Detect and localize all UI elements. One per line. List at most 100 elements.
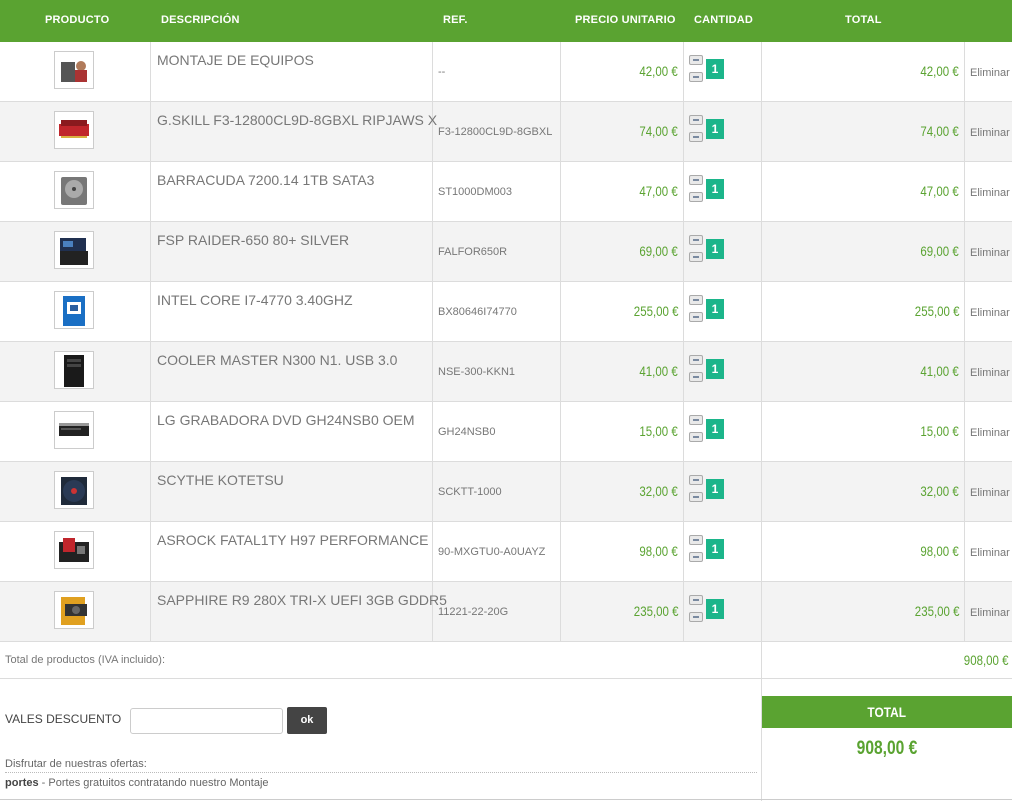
delete-item-link[interactable]: Eliminar xyxy=(970,607,1010,619)
quantity-value[interactable]: 1 xyxy=(706,59,724,79)
grand-total-value-box: 908,00 € xyxy=(762,738,1012,760)
quantity-increase-button[interactable] xyxy=(689,535,703,545)
offer-item[interactable]: portes - Portes gratuitos contratando nu… xyxy=(5,772,757,789)
description-cell xyxy=(151,582,433,641)
product-description[interactable]: SCYTHE KOTETSU xyxy=(157,472,284,488)
quantity-increase-button[interactable] xyxy=(689,295,703,305)
product-thumbnail[interactable] xyxy=(54,171,94,209)
line-total: 74,00 € xyxy=(920,123,959,139)
quantity-increase-button[interactable] xyxy=(689,475,703,485)
quantity-value[interactable]: 1 xyxy=(706,419,724,439)
quantity-decrease-button[interactable] xyxy=(689,312,703,322)
pc-case-icon xyxy=(64,355,84,387)
quantity-decrease-button[interactable] xyxy=(689,492,703,502)
product-thumbnail[interactable] xyxy=(54,51,94,89)
unit-price: 74,00 € xyxy=(639,123,678,139)
unit-price: 235,00 € xyxy=(633,603,678,619)
voucher-code-input[interactable] xyxy=(130,708,283,734)
cart-item-row: INTEL CORE I7-4770 3.40GHZ BX80646I74770 2… xyxy=(0,282,1012,342)
quantity-increase-button[interactable] xyxy=(689,235,703,245)
quantity-value[interactable]: 1 xyxy=(706,299,724,319)
quantity-decrease-button[interactable] xyxy=(689,132,703,142)
quantity-increase-button[interactable] xyxy=(689,115,703,125)
cart-item-row: LG GRABADORA DVD GH24NSB0 OEM GH24NSB0 15,… xyxy=(0,402,1012,462)
quantity-decrease-button[interactable] xyxy=(689,552,703,562)
description-cell xyxy=(151,342,433,401)
product-thumbnail[interactable] xyxy=(54,591,94,629)
unit-price: 41,00 € xyxy=(639,363,678,379)
product-description[interactable]: MONTAJE DE EQUIPOS xyxy=(157,52,314,68)
quantity-decrease-button[interactable] xyxy=(689,372,703,382)
product-description[interactable]: COOLER MASTER N300 N1. USB 3.0 xyxy=(157,352,397,368)
product-ref: F3-12800CL9D-8GBXL xyxy=(438,126,553,138)
quantity-value[interactable]: 1 xyxy=(706,119,724,139)
quantity-value[interactable]: 1 xyxy=(706,179,724,199)
delete-item-link[interactable]: Eliminar xyxy=(970,487,1010,499)
summary-divider xyxy=(761,642,762,679)
quantity-increase-button[interactable] xyxy=(689,415,703,425)
quantity-increase-button[interactable] xyxy=(689,175,703,185)
product-ref: 90-MXGTU0-A0UAYZ xyxy=(438,546,546,558)
quantity-value[interactable]: 1 xyxy=(706,539,724,559)
delete-item-link[interactable]: Eliminar xyxy=(970,247,1010,259)
shopping-cart: PRODUCTO DESCRIPCIÓN REF. PRECIO UNITARI… xyxy=(0,0,1012,801)
quantity-decrease-button[interactable] xyxy=(689,192,703,202)
quantity-value[interactable]: 1 xyxy=(706,599,724,619)
product-description[interactable]: LG GRABADORA DVD GH24NSB0 OEM xyxy=(157,412,415,428)
cart-item-row: BARRACUDA 7200.14 1TB SATA3 ST1000DM003 47… xyxy=(0,162,1012,222)
unit-price: 69,00 € xyxy=(639,243,678,259)
product-description[interactable]: INTEL CORE I7-4770 3.40GHZ xyxy=(157,292,353,308)
product-description[interactable]: SAPPHIRE R9 280X TRI-X UEFI 3GB GDDR5 xyxy=(157,592,447,608)
voucher-ok-button[interactable]: ok xyxy=(287,707,327,734)
header-total: TOTAL xyxy=(845,14,882,26)
cart-item-row: COOLER MASTER N300 N1. USB 3.0 NSE-300-KK… xyxy=(0,342,1012,402)
line-total: 42,00 € xyxy=(920,63,959,79)
cart-item-row: MONTAJE DE EQUIPOS -- 42,00 € 1 42,00 € Elimi… xyxy=(0,42,1012,102)
product-ref: BX80646I74770 xyxy=(438,306,517,318)
product-thumbnail[interactable] xyxy=(54,411,94,449)
quantity-increase-button[interactable] xyxy=(689,595,703,605)
power-supply-icon xyxy=(60,238,88,265)
quantity-decrease-button[interactable] xyxy=(689,252,703,262)
line-total: 98,00 € xyxy=(920,543,959,559)
delete-item-link[interactable]: Eliminar xyxy=(970,427,1010,439)
product-ref: NSE-300-KKN1 xyxy=(438,366,516,378)
quantity-increase-button[interactable] xyxy=(689,55,703,65)
product-thumbnail[interactable] xyxy=(54,111,94,149)
delete-item-link[interactable]: Eliminar xyxy=(970,67,1010,79)
delete-item-link[interactable]: Eliminar xyxy=(970,187,1010,199)
cart-item-row: SAPPHIRE R9 280X TRI-X UEFI 3GB GDDR5 112… xyxy=(0,582,1012,642)
cart-item-row: G.SKILL F3-12800CL9D-8GBXL RIPJAWS X F3-1… xyxy=(0,102,1012,162)
vales-descuento-label: VALES DESCUENTO xyxy=(5,712,122,726)
grand-total-value: 908,00 € xyxy=(856,738,918,759)
quantity-value[interactable]: 1 xyxy=(706,239,724,259)
quantity-value[interactable]: 1 xyxy=(706,359,724,379)
hard-drive-icon xyxy=(61,177,87,205)
product-description[interactable]: BARRACUDA 7200.14 1TB SATA3 xyxy=(157,172,374,188)
quantity-value[interactable]: 1 xyxy=(706,479,724,499)
product-thumbnail[interactable] xyxy=(54,531,94,569)
products-total-row: Total de productos (IVA incluido): 908,0… xyxy=(0,642,1012,679)
quantity-decrease-button[interactable] xyxy=(689,432,703,442)
quantity-increase-button[interactable] xyxy=(689,355,703,365)
product-thumbnail[interactable] xyxy=(54,231,94,269)
product-description[interactable]: FSP RAIDER-650 80+ SILVER xyxy=(157,232,349,248)
product-thumbnail[interactable] xyxy=(54,351,94,389)
line-total: 235,00 € xyxy=(914,603,959,619)
description-cell xyxy=(151,42,433,101)
description-cell xyxy=(151,522,433,581)
unit-price: 255,00 € xyxy=(633,303,678,319)
cart-item-row: ASROCK FATAL1TY H97 PERFORMANCE 90-MXGTU0… xyxy=(0,522,1012,582)
product-description[interactable]: G.SKILL F3-12800CL9D-8GBXL RIPJAWS X xyxy=(157,112,437,128)
delete-item-link[interactable]: Eliminar xyxy=(970,367,1010,379)
grand-total-label: TOTAL xyxy=(867,704,907,720)
quantity-decrease-button[interactable] xyxy=(689,72,703,82)
offers-label: Disfrutar de nuestras ofertas: xyxy=(5,758,147,770)
delete-item-link[interactable]: Eliminar xyxy=(970,547,1010,559)
product-thumbnail[interactable] xyxy=(54,291,94,329)
delete-item-link[interactable]: Eliminar xyxy=(970,127,1010,139)
delete-item-link[interactable]: Eliminar xyxy=(970,307,1010,319)
quantity-decrease-button[interactable] xyxy=(689,612,703,622)
product-description[interactable]: ASROCK FATAL1TY H97 PERFORMANCE xyxy=(157,532,429,548)
product-thumbnail[interactable] xyxy=(54,471,94,509)
